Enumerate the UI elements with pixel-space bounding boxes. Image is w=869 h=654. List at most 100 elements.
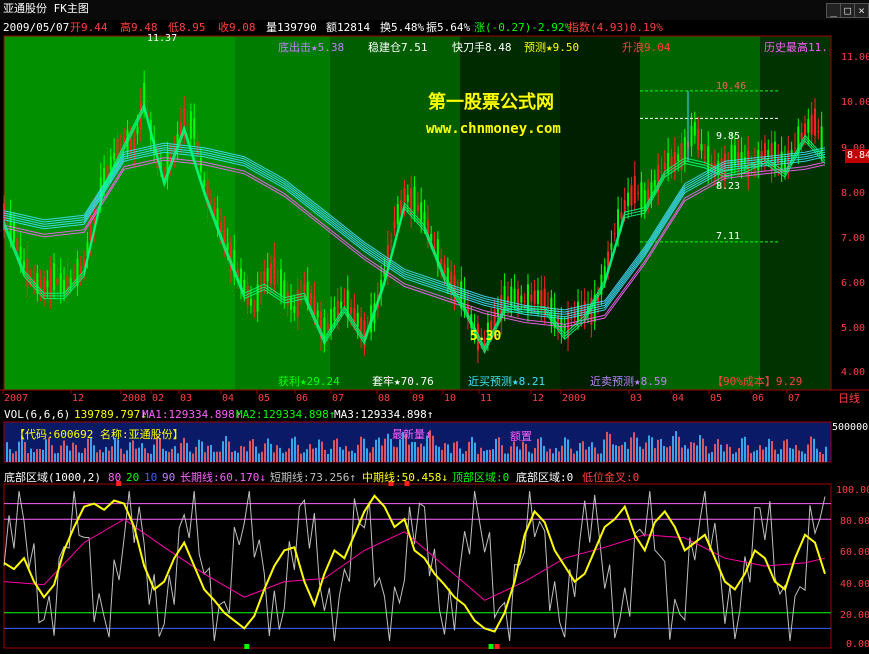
vol-bar [333,440,335,462]
vol-bar [69,450,71,462]
vol-bar [462,453,464,462]
vol-axis-label: 500000 [832,422,869,433]
price-tick: 7.00 [841,233,866,244]
candle-body [520,295,523,303]
vol-bar [378,437,380,462]
vol-bar [681,447,683,462]
candle-body [700,143,703,151]
vol-bar [420,443,422,462]
vol-bar [591,442,593,462]
vol-bar [87,438,89,462]
vol-bar [507,453,509,462]
quote-close: 收9.08 [218,21,256,34]
candle-body [703,156,706,158]
vol-bar [381,445,383,462]
vol-bar [63,440,65,462]
candle-body [269,263,272,284]
candle-body [526,284,529,312]
vol-bar [807,444,809,462]
candle-body [813,108,816,136]
quote-turnover: 换5.48% [380,21,425,34]
signal-recent-sell: 近卖预测★8.59 [590,375,668,388]
vol-bar [351,450,353,462]
vol-bar [816,448,818,462]
vol-bar [252,439,254,462]
vol-bar [540,437,542,462]
candle-body [46,280,49,288]
vol-bar [477,453,479,462]
quote-amount: 额12814 [326,21,371,34]
vol-bar [669,446,671,462]
vol-bar [531,453,533,462]
period-label[interactable]: 日线 [838,392,860,406]
vol-bar [723,451,725,462]
date-axis-tick: 05 [258,393,271,404]
candle-body [53,263,56,291]
vol-bar [66,445,68,462]
vol-bar [822,453,824,462]
vol-bar [102,452,104,462]
vol-bar [645,442,647,462]
vol-bar [549,448,551,462]
osc-level-20: 20 [126,471,140,484]
vol-bar [216,451,218,462]
vol-bar [615,445,617,462]
vol-bar [189,451,191,462]
vol-bar [372,447,374,462]
vol-bar [711,452,713,462]
price-tick: 11.00 [841,52,869,63]
candle-body [310,293,313,307]
vol-bar [237,452,239,462]
vol-bar [327,453,329,462]
date-axis-tick: 12 [72,393,85,404]
price-bg-band [760,36,831,390]
vol-bar [222,441,224,462]
candle-body [316,310,319,318]
vol-bar [708,453,710,462]
vol-bar [435,445,437,462]
vol-bar [387,433,389,462]
osc-axis-tick: 0.00 [846,639,869,650]
candle-body [496,309,499,316]
vol-bar [753,451,755,462]
vol-bar [624,442,626,462]
vol-bar [696,445,698,462]
osc-axis-tick: 40.00 [840,579,869,590]
vol-bar [489,449,491,462]
candle-body [610,243,613,250]
vol-bar [498,437,500,462]
candle-body [293,306,296,313]
vol-bar [687,448,689,462]
candle-body [523,300,526,302]
vol-bar [207,445,209,462]
vol-bar [594,447,596,462]
signal-hist-high: 历史最高11. [764,41,828,54]
vol-bar [618,446,620,462]
signal-predict: 预测★9.50 [524,41,580,54]
vol-bar [285,451,287,462]
peak-price-label: 11.37 [147,33,178,44]
vol-bar [18,441,20,462]
quote-index: 指数(4.93)0.19% [568,21,663,34]
vol-bar [483,451,485,462]
vol-bar [795,444,797,462]
vol-bar [330,448,332,462]
vol-bar [456,441,458,462]
vol-bar [504,453,506,462]
vol-bar [231,452,233,462]
osc-short-line: 短期线:73.256↑ [270,471,356,484]
osc-axis-tick: 100.00 [836,485,869,496]
vol-bar [633,432,635,462]
vol-bar [273,452,275,462]
vol-bar [597,453,599,462]
candle-body [637,192,640,194]
vol-bar [651,437,653,462]
candle-body [810,114,813,135]
date-axis-tick: 10 [444,393,457,404]
vol-bar [600,453,602,462]
vol-bar [27,453,29,462]
candle-body [109,156,112,171]
date-axis-tick: 2007 [4,393,29,404]
vol-bar [39,448,41,462]
vol-bar [204,452,206,462]
